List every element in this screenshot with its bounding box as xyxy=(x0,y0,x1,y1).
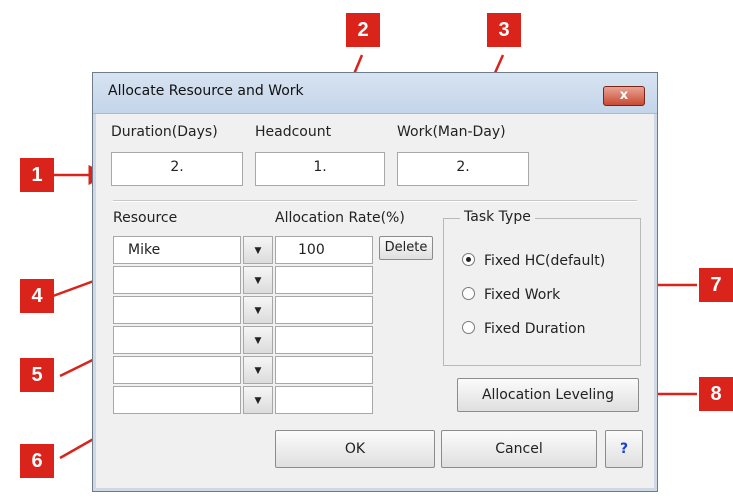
radio-fixed-hc-label: Fixed HC(default) xyxy=(484,253,606,269)
headcount-field[interactable]: 1. xyxy=(255,152,385,186)
allocation-leveling-button[interactable]: Allocation Leveling xyxy=(457,378,639,412)
close-button[interactable]: x xyxy=(603,86,645,106)
duration-field[interactable]: 2. xyxy=(111,152,243,186)
radio-unchecked-icon[interactable] xyxy=(462,321,475,334)
resource-combo-6[interactable]: ▼ xyxy=(113,386,273,414)
callout-badge-1: 1 xyxy=(20,158,54,192)
chevron-down-icon[interactable]: ▼ xyxy=(243,386,273,414)
resource-combo-3[interactable]: ▼ xyxy=(113,296,273,324)
callout-badge-6: 6 xyxy=(20,444,54,478)
resource-input-5[interactable] xyxy=(113,356,241,384)
title-bar: Allocate Resource and Work x xyxy=(93,73,657,114)
radio-unchecked-icon[interactable] xyxy=(462,287,475,300)
duration-label: Duration(Days) xyxy=(111,124,218,140)
radio-fixed-work-label: Fixed Work xyxy=(484,287,561,303)
work-field[interactable]: 2. xyxy=(397,152,529,186)
work-label: Work(Man-Day) xyxy=(397,124,506,140)
resource-combo-4[interactable]: ▼ xyxy=(113,326,273,354)
delete-button[interactable]: Delete xyxy=(379,236,433,260)
ok-button[interactable]: OK xyxy=(275,430,435,468)
resource-input-4[interactable] xyxy=(113,326,241,354)
callout-badge-4: 4 xyxy=(20,279,54,313)
task-type-label: Task Type xyxy=(460,209,535,225)
chevron-down-icon[interactable]: ▼ xyxy=(243,326,273,354)
resource-header: Resource xyxy=(113,210,178,226)
radio-fixed-duration-label: Fixed Duration xyxy=(484,321,586,337)
chevron-down-icon[interactable]: ▼ xyxy=(243,266,273,294)
callout-badge-3: 3 xyxy=(487,13,521,47)
resource-input-1[interactable]: Mike xyxy=(113,236,241,264)
separator xyxy=(113,200,637,202)
resource-input-3[interactable] xyxy=(113,296,241,324)
allocation-input-3[interactable] xyxy=(275,296,373,324)
allocation-input-2[interactable] xyxy=(275,266,373,294)
chevron-down-icon[interactable]: ▼ xyxy=(243,236,273,264)
callout-badge-2: 2 xyxy=(346,13,380,47)
allocation-input-5[interactable] xyxy=(275,356,373,384)
radio-fixed-hc[interactable]: Fixed HC(default) xyxy=(462,253,605,269)
cancel-button[interactable]: Cancel xyxy=(441,430,597,468)
resource-combo-2[interactable]: ▼ xyxy=(113,266,273,294)
task-type-group: Task Type Fixed HC(default) Fixed Work F… xyxy=(443,209,641,366)
resource-input-2[interactable] xyxy=(113,266,241,294)
chevron-down-icon[interactable]: ▼ xyxy=(243,296,273,324)
dialog-title: Allocate Resource and Work xyxy=(108,83,304,99)
callout-badge-5: 5 xyxy=(20,358,54,392)
allocation-input-6[interactable] xyxy=(275,386,373,414)
resource-input-6[interactable] xyxy=(113,386,241,414)
allocation-input-1[interactable]: 100 xyxy=(275,236,373,264)
radio-checked-icon[interactable] xyxy=(462,253,475,266)
allocate-dialog: Allocate Resource and Work x Duration(Da… xyxy=(92,72,658,492)
callout-badge-7: 7 xyxy=(699,268,733,302)
headcount-label: Headcount xyxy=(255,124,332,140)
radio-fixed-duration[interactable]: Fixed Duration xyxy=(462,321,586,337)
resource-combo-5[interactable]: ▼ xyxy=(113,356,273,384)
dialog-body: Duration(Days) 2. Headcount 1. Work(Man-… xyxy=(97,114,653,487)
radio-fixed-work[interactable]: Fixed Work xyxy=(462,287,560,303)
help-button[interactable]: ? xyxy=(605,430,643,468)
chevron-down-icon[interactable]: ▼ xyxy=(243,356,273,384)
allocation-header: Allocation Rate(%) xyxy=(275,210,405,226)
resource-combo-1[interactable]: Mike ▼ xyxy=(113,236,273,264)
callout-badge-8: 8 xyxy=(699,377,733,411)
allocation-input-4[interactable] xyxy=(275,326,373,354)
